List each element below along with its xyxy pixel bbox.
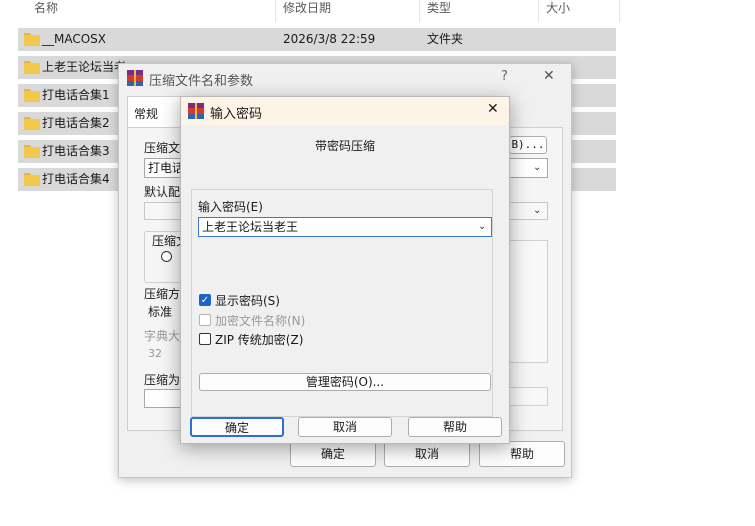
folder-icon [24, 89, 40, 102]
winrar-icon [188, 103, 204, 119]
file-name: 打电话合集1 [42, 88, 110, 102]
folder-icon [24, 117, 40, 130]
help-button[interactable]: 帮助 [479, 441, 565, 467]
column-separator[interactable] [275, 0, 276, 22]
help-icon[interactable]: ? [501, 69, 508, 84]
file-name: 打电话合集2 [42, 116, 110, 130]
chevron-down-icon[interactable]: ⌄ [478, 221, 486, 232]
zip-legacy-label: ZIP 传统加密(Z) [215, 333, 304, 347]
show-password-checkbox[interactable]: ✓ 显示密码(S) [199, 293, 349, 309]
chevron-down-icon[interactable]: ⌄ [533, 162, 541, 173]
options-panel [505, 240, 548, 363]
dialog-title: 压缩文件名和参数 [149, 74, 254, 89]
file-type: 文件夹 [427, 32, 464, 46]
method-value[interactable]: 标准 [148, 305, 172, 319]
cancel-button[interactable]: 取消 [298, 417, 392, 437]
password-label: 输入密码(E) [198, 200, 263, 214]
title-bar[interactable]: 输入密码 ✕ [181, 97, 509, 125]
checkmark-icon: ✓ [199, 294, 211, 306]
split-field-right[interactable] [505, 387, 548, 406]
file-date: 2026/3/8 22:59 [283, 32, 376, 46]
chevron-down-icon[interactable]: ⌄ [533, 205, 541, 216]
password-input[interactable]: 上老王论坛当老王 ⌄ [198, 217, 492, 237]
column-header-date[interactable]: 修改日期 [283, 0, 331, 22]
folder-icon [24, 145, 40, 158]
dictionary-value[interactable]: 32 [148, 347, 162, 361]
show-password-label: 显示密码(S) [215, 294, 280, 308]
password-value: 上老王论坛当老王 [202, 220, 299, 234]
checkbox-box [199, 314, 211, 326]
folder-icon [24, 33, 40, 46]
checkbox-box [199, 333, 211, 345]
archive-name-value: 打电话 [148, 161, 185, 175]
folder-icon [24, 61, 40, 74]
split-label: 压缩为 [144, 373, 181, 387]
tab-general-label: 常规 [134, 107, 159, 121]
column-header-type[interactable]: 类型 [427, 0, 451, 22]
ok-button[interactable]: 确定 [190, 417, 284, 437]
archive-name-label: 压缩文 [144, 141, 181, 155]
method-label: 压缩方 [144, 287, 181, 301]
column-separator[interactable] [419, 0, 420, 22]
help-button[interactable]: 帮助 [408, 417, 502, 437]
file-row[interactable]: __MACOSX 2026/3/8 22:59 文件夹 [18, 28, 616, 51]
file-name: 打电话合集3 [42, 144, 110, 158]
dialog-title: 输入密码 [210, 107, 263, 122]
column-header-size[interactable]: 大小 [546, 0, 570, 22]
tab-general[interactable]: 常规 [127, 96, 187, 128]
cancel-button[interactable]: 取消 [384, 441, 470, 467]
ok-button[interactable]: 确定 [290, 441, 376, 467]
file-name: 上老王论坛当老 [42, 60, 127, 74]
close-icon[interactable]: ✕ [487, 101, 499, 117]
manage-passwords-button[interactable]: 管理密码(O)... [199, 373, 491, 391]
column-separator[interactable] [538, 0, 539, 22]
column-separator[interactable] [619, 0, 620, 22]
encrypt-names-checkbox[interactable]: 加密文件名称(N) [199, 313, 349, 329]
default-profile-label: 默认配 [144, 185, 181, 199]
encrypt-names-label: 加密文件名称(N) [215, 314, 306, 328]
dictionary-label: 字典大 [144, 329, 181, 343]
winrar-icon [127, 70, 143, 86]
password-dialog: 输入密码 ✕ 带密码压缩 输入密码(E) 上老王论坛当老王 ⌄ ✓ 显示密码(S… [180, 96, 510, 444]
dialog-heading: 带密码压缩 [314, 139, 375, 153]
close-icon[interactable]: ✕ [543, 68, 555, 84]
folder-icon [24, 173, 40, 186]
file-name: 打电话合集4 [42, 172, 110, 186]
format-radio[interactable] [161, 251, 172, 262]
column-header-name[interactable]: 名称 [34, 0, 58, 22]
split-input[interactable] [144, 389, 184, 408]
browse-button[interactable]: B)... [509, 136, 547, 154]
file-name: __MACOSX [42, 32, 107, 46]
zip-legacy-checkbox[interactable]: ZIP 传统加密(Z) [199, 332, 349, 348]
